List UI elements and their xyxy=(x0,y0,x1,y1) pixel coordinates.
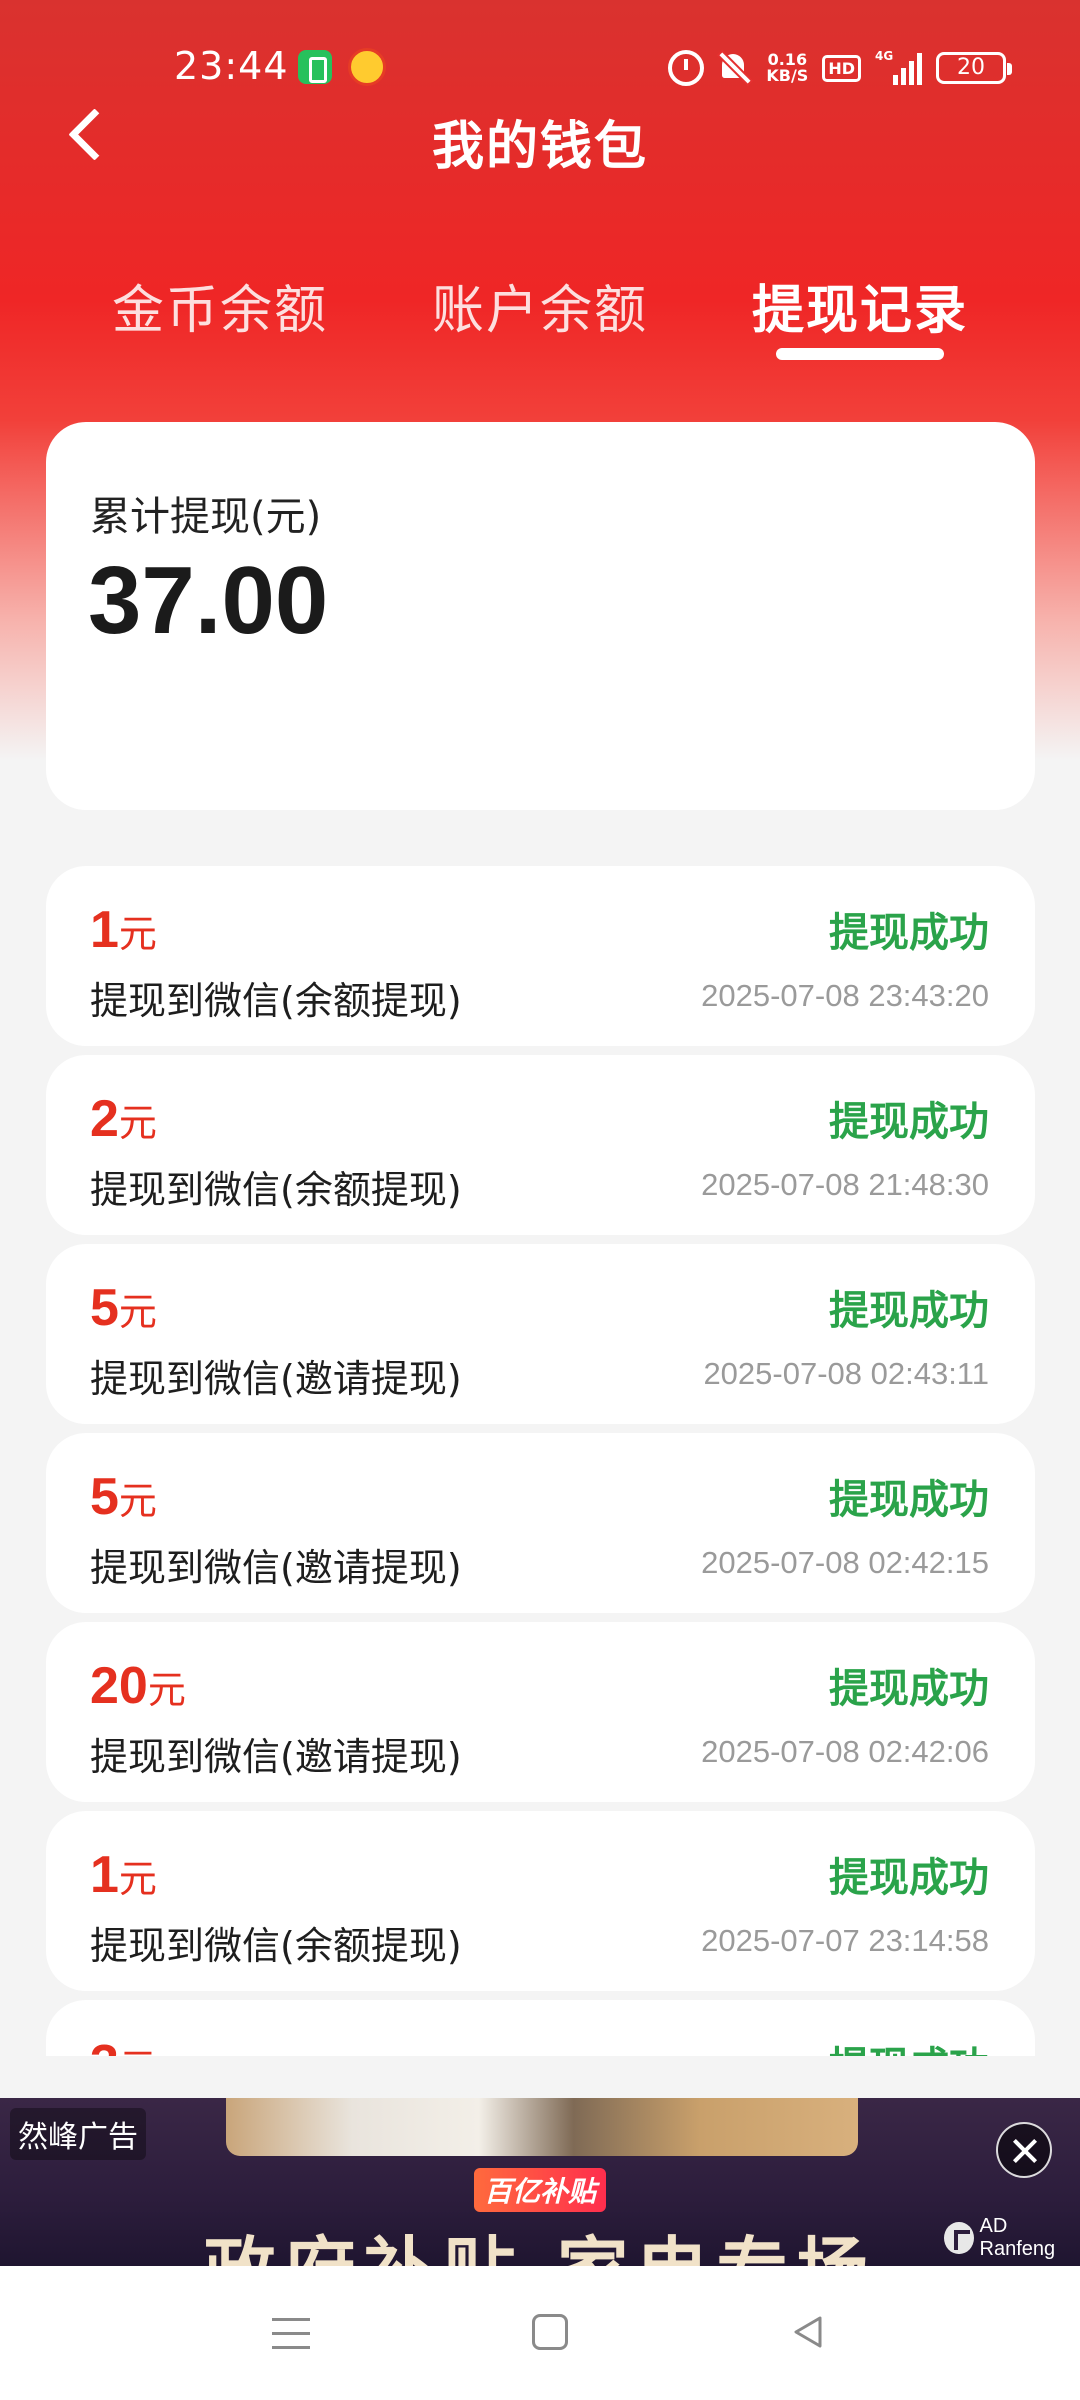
tab-withdraw-records[interactable]: 提现记录 xyxy=(730,268,990,343)
network-speed-unit: KB/S xyxy=(766,66,809,85)
record-amount-unit: 元 xyxy=(119,2046,157,2056)
record-amount-value: 3 xyxy=(90,2035,119,2056)
signal-icon: 4G xyxy=(875,49,922,85)
record-item[interactable]: 2元 提现到微信(余额提现) 提现成功 2025-07-08 21:48:30 xyxy=(46,1055,1035,1235)
total-withdraw-value: 37.00 xyxy=(88,547,329,654)
ad-banner[interactable]: 然峰广告 百亿补贴 政府补贴 家电专场 AD Ranfeng xyxy=(0,2098,1080,2266)
mute-bell-icon xyxy=(718,51,752,85)
battery-icon: 20 xyxy=(936,52,1012,84)
record-amount-unit: 元 xyxy=(118,1290,157,1334)
taobao-app-icon xyxy=(348,48,386,86)
record-description: 提现到微信(余额提现) xyxy=(90,979,462,1023)
record-description: 提现到微信(余额提现) xyxy=(90,1924,462,1968)
record-amount: 3元 xyxy=(90,2034,157,2056)
record-amount-unit: 元 xyxy=(147,1668,186,1712)
record-item[interactable]: 3元 提现成功 xyxy=(46,2000,1035,2056)
ad-headline: 政府补贴 家电专场 xyxy=(0,2212,1080,2266)
record-item[interactable]: 1元 提现到微信(余额提现) 提现成功 2025-07-08 23:43:20 xyxy=(46,866,1035,1046)
system-back-icon[interactable] xyxy=(788,2312,828,2352)
record-time: 2025-07-08 02:43:11 xyxy=(703,1356,989,1391)
record-description: 提现到微信(余额提现) xyxy=(90,1168,462,1212)
record-item[interactable]: 20元 提现到微信(邀请提现) 提现成功 2025-07-08 02:42:06 xyxy=(46,1622,1035,1802)
record-time: 2025-07-08 02:42:15 xyxy=(701,1545,989,1580)
ad-brand: AD Ranfeng xyxy=(944,2215,1080,2260)
record-status: 提现成功 xyxy=(829,1288,989,1334)
system-back-triangle-icon xyxy=(794,2316,822,2348)
record-amount: 2元 xyxy=(90,1089,157,1149)
ad-label: 然峰广告 xyxy=(10,2108,146,2160)
record-status: 提现成功 xyxy=(829,910,989,956)
tab-coin-balance[interactable]: 金币余额 xyxy=(90,268,350,343)
ad-product-photo xyxy=(226,2098,858,2156)
wallet-screen: 23:44 0.16 KB/S HD 4G 20 我的钱包 金币余额 账户余额 … xyxy=(0,0,1080,2400)
recent-apps-icon[interactable] xyxy=(272,2316,310,2350)
phone-manager-app-icon xyxy=(298,50,332,84)
record-time: 2025-07-07 23:14:58 xyxy=(701,1923,989,1958)
status-time: 23:44 xyxy=(174,44,289,88)
tab-account-balance[interactable]: 账户余额 xyxy=(410,268,670,343)
record-time: 2025-07-08 23:43:20 xyxy=(701,978,989,1013)
record-description: 提现到微信(邀请提现) xyxy=(90,1357,462,1401)
page-title: 我的钱包 xyxy=(431,117,648,177)
record-time: 2025-07-08 02:42:06 xyxy=(701,1734,989,1769)
record-amount-value: 20 xyxy=(90,1657,148,1715)
withdraw-record-list[interactable]: 1元 提现到微信(余额提现) 提现成功 2025-07-08 23:43:20 … xyxy=(46,866,1035,2056)
record-amount: 1元 xyxy=(90,1845,157,1905)
record-status: 提现成功 xyxy=(829,1099,989,1145)
record-description: 提现到微信(邀请提现) xyxy=(90,1735,462,1779)
network-speed: 0.16 KB/S xyxy=(766,52,808,84)
record-amount-unit: 元 xyxy=(118,1101,157,1145)
record-item[interactable]: 5元 提现到微信(邀请提现) 提现成功 2025-07-08 02:42:15 xyxy=(46,1433,1035,1613)
record-amount: 1元 xyxy=(90,900,157,960)
record-amount-unit: 元 xyxy=(118,912,157,956)
record-amount-unit: 元 xyxy=(118,1479,157,1523)
system-nav-bar xyxy=(0,2266,1080,2400)
ad-close-icon[interactable] xyxy=(996,2122,1052,2178)
active-tab-indicator xyxy=(776,348,944,360)
record-amount-unit: 元 xyxy=(118,1857,157,1901)
home-icon[interactable] xyxy=(532,2314,568,2350)
hd-icon: HD xyxy=(822,54,861,82)
record-item[interactable]: 5元 提现到微信(邀请提现) 提现成功 2025-07-08 02:43:11 xyxy=(46,1244,1035,1424)
record-amount: 5元 xyxy=(90,1467,157,1527)
ad-brand-logo-icon xyxy=(944,2222,974,2254)
alarm-icon xyxy=(668,50,705,86)
record-time: 2025-07-08 21:48:30 xyxy=(701,1167,989,1202)
record-status: 提现成功 xyxy=(829,1477,989,1523)
record-amount-value: 5 xyxy=(90,1279,119,1337)
record-amount-value: 2 xyxy=(90,1090,119,1148)
record-status: 提现成功 xyxy=(829,2034,989,2056)
record-status: 提现成功 xyxy=(829,1855,989,1901)
record-amount: 20元 xyxy=(90,1656,186,1716)
record-amount-value: 1 xyxy=(90,901,119,959)
record-description: 提现到微信(邀请提现) xyxy=(90,1546,462,1590)
network-type-label: 4G xyxy=(875,49,894,63)
record-item[interactable]: 1元 提现到微信(余额提现) 提现成功 2025-07-07 23:14:58 xyxy=(46,1811,1035,1991)
ad-brand-name: AD Ranfeng xyxy=(979,2215,1056,2260)
record-amount: 5元 xyxy=(90,1278,157,1338)
total-withdraw-card: 累计提现(元) 37.00 xyxy=(46,422,1035,810)
record-amount-value: 5 xyxy=(90,1468,119,1526)
total-withdraw-label: 累计提现(元) xyxy=(90,494,322,540)
record-amount-value: 1 xyxy=(90,1846,119,1904)
ad-subsidy-badge: 百亿补贴 xyxy=(474,2168,607,2212)
status-icons: 0.16 KB/S HD 4G 20 xyxy=(668,46,1012,90)
record-status: 提现成功 xyxy=(829,1666,989,1712)
